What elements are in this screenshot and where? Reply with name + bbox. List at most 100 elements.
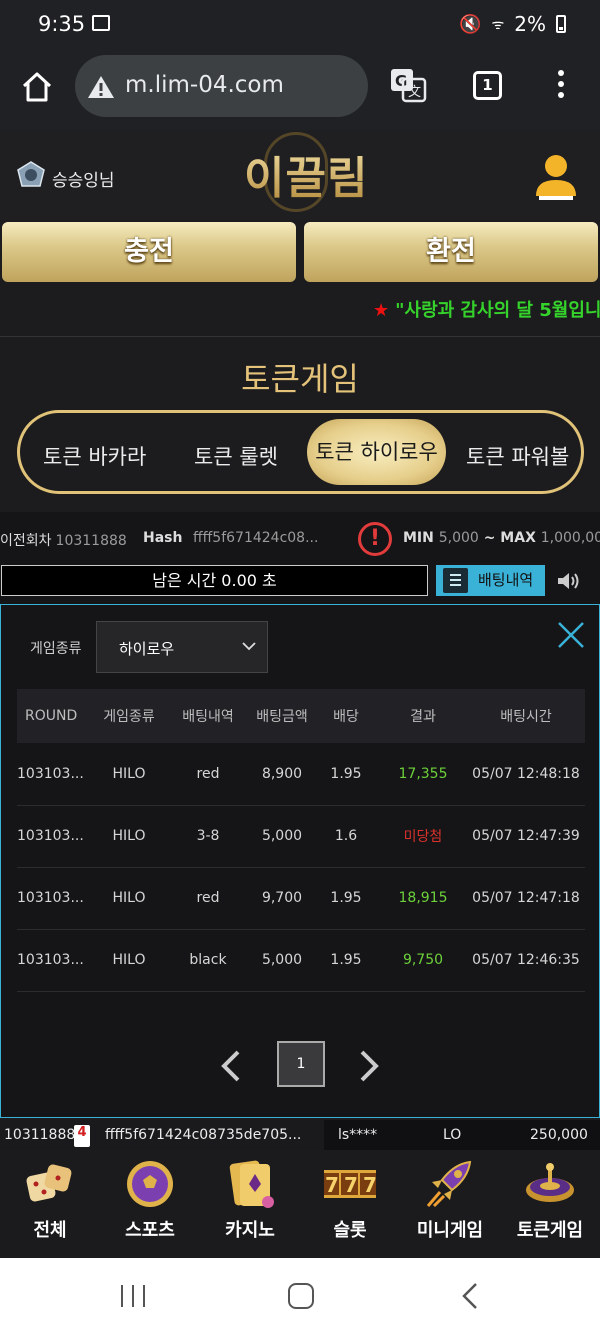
cell-odds: 1.95	[313, 867, 379, 930]
timer-row: 남은 시간 0.00 초 배팅내역	[0, 564, 600, 604]
cell-bet: black	[165, 929, 251, 992]
table-row: 103103... HILO red 8,900 1.95 17,355 05/…	[17, 743, 585, 806]
live-pick: LO	[443, 1127, 462, 1143]
cell-time: 05/07 12:48:18	[467, 743, 585, 806]
game-type-label: 게임종류	[30, 641, 82, 657]
nav-token-game-label: 토큰게임	[516, 1220, 584, 1241]
recent-apps-icon[interactable]	[121, 1285, 147, 1307]
cell-bet: red	[165, 743, 251, 806]
max-label: ~ MAX	[483, 530, 536, 546]
cell-odds: 1.6	[313, 805, 379, 868]
alert-icon[interactable]: !	[358, 522, 392, 556]
site-logo[interactable]: 이끌림	[244, 142, 368, 206]
home-icon[interactable]	[20, 70, 54, 104]
tab-token-hilo[interactable]: 토큰 하이로우	[307, 419, 446, 485]
browser-toolbar: m.lim-04.com G 文 1	[0, 50, 600, 130]
cell-odds: 1.95	[313, 929, 379, 992]
bet-history-table: ROUND 게임종류 배팅내역 배팅금액 배당 결과 배팅시간 103103..…	[17, 689, 585, 992]
card-icon: 4	[74, 1125, 90, 1147]
cell-result: 18,915	[379, 867, 467, 930]
nav-token-game[interactable]: 토큰게임	[500, 1154, 600, 1254]
table-row: 103103... HILO red 9,700 1.95 18,915 05/…	[17, 867, 585, 930]
game-type-select[interactable]: 하이로우	[96, 621, 268, 673]
address-bar[interactable]: m.lim-04.com	[75, 55, 368, 117]
col-result: 결과	[379, 689, 467, 743]
svg-text:7: 7	[344, 1173, 358, 1197]
username[interactable]: 승승잉님	[52, 166, 115, 191]
svg-text:文: 文	[408, 85, 421, 100]
speaker-icon[interactable]	[557, 571, 581, 591]
countdown-timer: 남은 시간 0.00 초	[1, 565, 428, 596]
mute-icon: 🔇	[459, 13, 482, 35]
min-value: 5,000	[438, 530, 479, 546]
cell-time: 05/07 12:47:39	[467, 805, 585, 868]
chevron-left-icon[interactable]	[219, 1049, 243, 1083]
nav-casino[interactable]: 카지노	[200, 1154, 300, 1254]
warning-icon[interactable]	[87, 75, 115, 99]
live-amount: 250,000	[530, 1127, 588, 1143]
roulette-icon	[526, 1163, 574, 1202]
cell-amount: 5,000	[251, 805, 313, 868]
live-round: 10311888	[4, 1127, 76, 1143]
cell-round: 103103...	[17, 867, 93, 930]
nav-slots-label: 슬롯	[333, 1220, 367, 1241]
back-icon[interactable]	[460, 1282, 480, 1310]
nav-all[interactable]: 전체	[0, 1154, 100, 1254]
tab-switcher-button[interactable]: 1	[473, 71, 502, 100]
chevron-down-icon	[242, 642, 256, 651]
site-header: 승승잉님 이끌림	[0, 130, 600, 220]
hash-value: ffff5f671424c08...	[193, 530, 319, 546]
game-tabs: 토큰 바카라 토큰 룰렛 토큰 하이로우 토큰 파워볼	[17, 410, 584, 494]
tab-token-powerball[interactable]: 토큰 파워볼	[466, 441, 569, 471]
document-icon	[443, 568, 468, 593]
home-button-icon[interactable]	[288, 1283, 314, 1309]
exchange-button[interactable]: 환전	[304, 222, 598, 282]
bet-history-button[interactable]: 배팅내역	[436, 565, 545, 596]
bet-history-label: 배팅내역	[478, 571, 534, 589]
playing-cards-icon	[229, 1160, 274, 1208]
cell-amount: 8,900	[251, 743, 313, 806]
table-header-row: ROUND 게임종류 배팅내역 배팅금액 배당 결과 배팅시간	[17, 689, 585, 743]
prev-round: 이전회차 10311888	[0, 530, 127, 550]
divider	[0, 336, 600, 337]
chevron-right-icon[interactable]	[357, 1049, 381, 1083]
nav-slots[interactable]: 7 7 7 슬롯	[300, 1154, 400, 1254]
cell-amount: 9,700	[251, 867, 313, 930]
dice-icon	[26, 1164, 72, 1202]
close-icon[interactable]	[557, 621, 585, 649]
battery-icon	[556, 15, 566, 33]
notice-text: "사랑과 감사의 달 5월입니다	[395, 300, 600, 321]
table-row: 103103... HILO 3-8 5,000 1.6 미당첨 05/07 1…	[17, 805, 585, 868]
bottom-nav: 전체 스포츠 카지노 7 7 7 슬롯 미니게임 토큰게임	[0, 1150, 600, 1258]
svg-text:G: G	[395, 72, 407, 90]
status-time: 9:35	[38, 12, 86, 36]
cell-game: HILO	[93, 867, 165, 930]
page-number[interactable]: 1	[277, 1041, 325, 1087]
tab-token-roulette[interactable]: 토큰 룰렛	[194, 441, 278, 471]
cell-result: 미당첨	[379, 805, 467, 868]
cell-game: HILO	[93, 929, 165, 992]
notice-ticker: ★ "사랑과 감사의 달 5월입니다	[0, 286, 600, 328]
tab-token-baccarat[interactable]: 토큰 바카라	[43, 441, 146, 471]
cell-game: HILO	[93, 805, 165, 868]
translate-icon[interactable]: G 文	[389, 67, 427, 103]
profile-icon[interactable]	[533, 152, 579, 202]
nav-minigame[interactable]: 미니게임	[400, 1154, 500, 1254]
min-label: MIN	[403, 530, 434, 546]
charge-button[interactable]: 충전	[2, 222, 296, 282]
nav-all-label: 전체	[33, 1220, 67, 1241]
cell-game: HILO	[93, 743, 165, 806]
nav-casino-label: 카지노	[225, 1220, 275, 1241]
live-hash: ffff5f671424c08735de705...	[105, 1127, 302, 1143]
col-game: 게임종류	[93, 689, 165, 743]
more-menu-icon[interactable]	[558, 70, 566, 103]
nav-sports[interactable]: 스포츠	[100, 1154, 200, 1254]
bet-history-modal: 게임종류 하이로우 ROUND 게임종류 배팅내역 배팅금액 배당 결과 배팅시…	[0, 604, 600, 1118]
cell-time: 05/07 12:47:18	[467, 867, 585, 930]
round-info: 이전회차 10311888 Hash ffff5f671424c08... ! M…	[0, 512, 600, 564]
live-bet-row: 10311888 4 ffff5f671424c08735de705... ls…	[0, 1120, 600, 1150]
hash-label: Hash	[143, 530, 183, 546]
prev-round-label: 이전회차	[0, 533, 52, 549]
slot-777-icon: 7 7 7	[324, 1170, 376, 1198]
battery-percent: 2%	[514, 12, 546, 36]
